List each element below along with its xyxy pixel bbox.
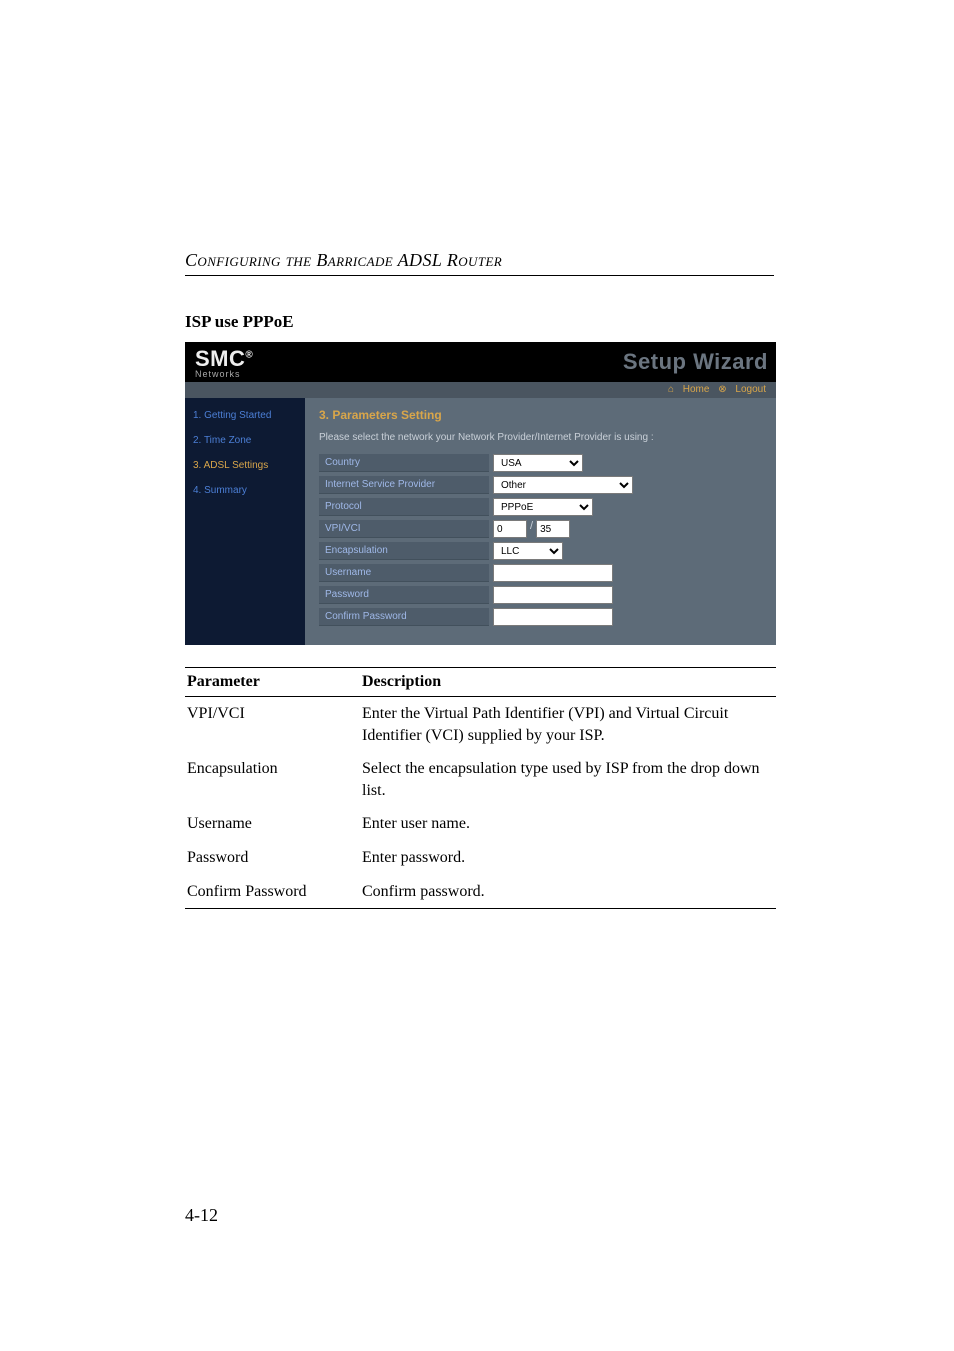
param-cell: Username	[185, 807, 360, 841]
param-cell: VPI/VCI	[185, 697, 360, 753]
brand-right: Setup Wizard	[623, 349, 768, 375]
param-cell: Password	[185, 841, 360, 875]
logout-link[interactable]: Logout	[735, 384, 766, 395]
select-isp[interactable]: Other	[493, 476, 633, 494]
wizard-content: 3. Parameters Setting Please select the …	[305, 398, 776, 645]
step-instruction: Please select the network your Network P…	[319, 432, 762, 443]
label-password: Password	[319, 586, 489, 604]
logout-icon: ⊗	[718, 384, 726, 395]
table-row: Confirm Password Confirm password.	[185, 875, 776, 909]
input-vpi[interactable]	[493, 520, 527, 538]
screenshot-header: SMC® Networks Setup Wizard	[185, 342, 776, 382]
row-username: Username	[319, 563, 762, 583]
input-confirm-password[interactable]	[493, 608, 613, 626]
label-isp: Internet Service Provider	[319, 476, 489, 494]
desc-cell: Select the encapsulation type used by IS…	[360, 752, 776, 807]
router-screenshot: SMC® Networks Setup Wizard ⌂ Home ⊗ Logo…	[185, 342, 776, 645]
home-link[interactable]: Home	[683, 384, 710, 395]
logo-block: SMC® Networks	[195, 346, 253, 379]
select-protocol[interactable]: PPPoE	[493, 498, 593, 516]
sidebar-item-summary[interactable]: 4. Summary	[193, 485, 297, 496]
step-title: 3. Parameters Setting	[319, 408, 762, 422]
row-country: Country USA	[319, 453, 762, 473]
header-parameter: Parameter	[185, 668, 360, 697]
table-row: Username Enter user name.	[185, 807, 776, 841]
home-bar: ⌂ Home ⊗ Logout	[185, 382, 776, 398]
row-confirm-password: Confirm Password	[319, 607, 762, 627]
label-confirm-password: Confirm Password	[319, 608, 489, 626]
sidebar-item-time-zone[interactable]: 2. Time Zone	[193, 435, 297, 446]
setup-wizard-title: Setup Wizard	[623, 349, 768, 375]
table-row: VPI/VCI Enter the Virtual Path Identifie…	[185, 697, 776, 753]
logo-main: SMC	[195, 346, 245, 371]
param-cell: Encapsulation	[185, 752, 360, 807]
desc-cell: Enter the Virtual Path Identifier (VPI) …	[360, 697, 776, 753]
parameter-table: Parameter Description VPI/VCI Enter the …	[185, 667, 776, 909]
row-vpivci: VPI/VCI /	[319, 519, 762, 539]
label-country: Country	[319, 454, 489, 472]
desc-cell: Enter user name.	[360, 807, 776, 841]
input-password[interactable]	[493, 586, 613, 604]
param-cell: Confirm Password	[185, 875, 360, 909]
input-vci[interactable]	[536, 520, 570, 538]
select-country[interactable]: USA	[493, 454, 583, 472]
logo-text: SMC® Networks	[195, 346, 253, 379]
table-row: Password Enter password.	[185, 841, 776, 875]
header-description: Description	[360, 668, 776, 697]
page-number: 4-12	[185, 1205, 218, 1226]
select-encapsulation[interactable]: LLC	[493, 542, 563, 560]
row-encapsulation: Encapsulation LLC	[319, 541, 762, 561]
section-title: ISP use PPPoE	[185, 312, 774, 332]
desc-cell: Confirm password.	[360, 875, 776, 909]
sidebar-item-getting-started[interactable]: 1. Getting Started	[193, 410, 297, 421]
input-username[interactable]	[493, 564, 613, 582]
label-protocol: Protocol	[319, 498, 489, 516]
label-encapsulation: Encapsulation	[319, 542, 489, 560]
table-row: Encapsulation Select the encapsulation t…	[185, 752, 776, 807]
vpivci-separator: /	[530, 520, 533, 538]
row-isp: Internet Service Provider Other	[319, 475, 762, 495]
row-protocol: Protocol PPPoE	[319, 497, 762, 517]
label-vpivci: VPI/VCI	[319, 520, 489, 538]
logo-reg: ®	[245, 349, 253, 360]
desc-cell: Enter password.	[360, 841, 776, 875]
running-head: Configuring the Barricade ADSL Router	[185, 250, 774, 276]
wizard-sidebar: 1. Getting Started 2. Time Zone 3. ADSL …	[185, 398, 305, 645]
sidebar-item-adsl-settings[interactable]: 3. ADSL Settings	[193, 460, 297, 471]
screenshot-body: 1. Getting Started 2. Time Zone 3. ADSL …	[185, 398, 776, 645]
label-username: Username	[319, 564, 489, 582]
home-icon: ⌂	[668, 384, 674, 395]
row-password: Password	[319, 585, 762, 605]
